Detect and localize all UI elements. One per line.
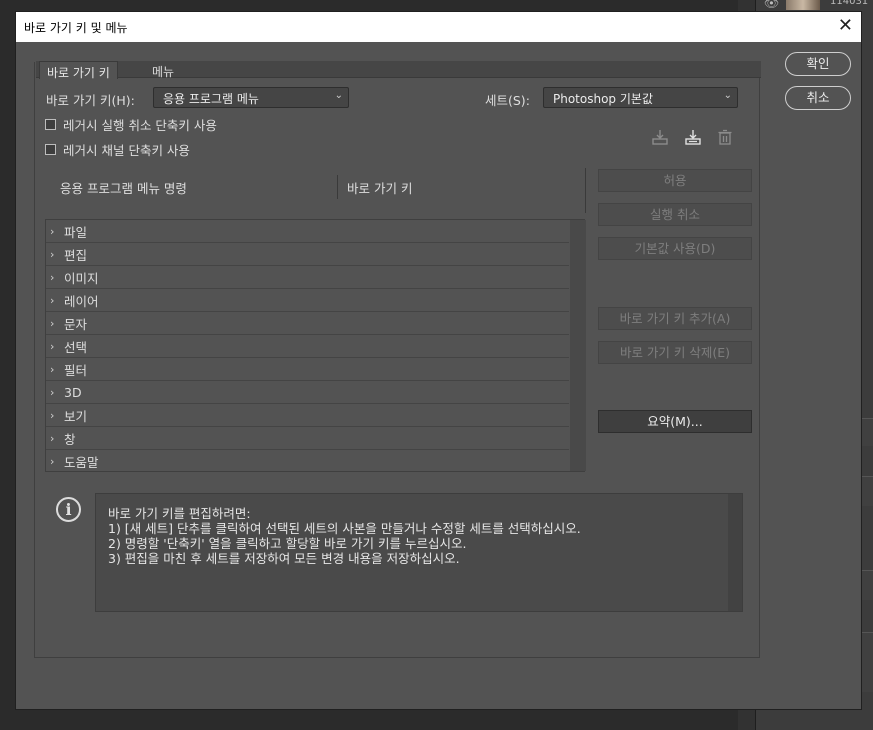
legacy-undo-checkbox-row[interactable]: 레거시 실행 취소 단축키 사용 bbox=[45, 116, 217, 133]
list-scrollbar[interactable] bbox=[570, 220, 586, 471]
save-as-set-icon[interactable] bbox=[684, 128, 702, 146]
menu-command-list: › 파일 › 편집 › 이미지 › 레이어 › 문자 › 선택 › 필터 › 3D › 보기 › 창… bbox=[45, 219, 586, 473]
list-item[interactable]: › 창 bbox=[46, 427, 569, 450]
column-divider bbox=[337, 175, 338, 199]
chevron-right-icon[interactable]: › bbox=[50, 386, 64, 399]
chevron-right-icon[interactable]: › bbox=[50, 409, 64, 422]
shortcuts-dialog: 바로 가기 키 및 메뉴 ✕ 바로 가기 키 메뉴 바로 가기 키(H): 응용… bbox=[15, 11, 862, 710]
list-item[interactable]: › 파일 bbox=[46, 220, 569, 243]
chevron-right-icon[interactable]: › bbox=[50, 455, 64, 468]
chevron-down-icon: ⌄ bbox=[723, 90, 732, 101]
set-value: Photoshop 기본값 bbox=[553, 92, 653, 106]
chevron-down-icon: ⌄ bbox=[334, 90, 343, 101]
background-panel-tab bbox=[862, 632, 873, 692]
summarize-button[interactable]: 요약(M)... bbox=[598, 410, 752, 433]
list-item[interactable]: › 선택 bbox=[46, 335, 569, 358]
list-item[interactable]: › 이미지 bbox=[46, 266, 569, 289]
legacy-undo-label: 레거시 실행 취소 단축키 사용 bbox=[63, 117, 217, 133]
column-header-shortcut: 바로 가기 키 bbox=[347, 181, 413, 196]
legacy-channel-label: 레거시 채널 단축키 사용 bbox=[63, 142, 190, 158]
set-label: 세트(S): bbox=[485, 93, 530, 108]
save-set-icon[interactable] bbox=[651, 128, 669, 146]
legacy-channel-checkbox-row[interactable]: 레거시 채널 단축키 사용 bbox=[45, 141, 190, 158]
delete-shortcut-button[interactable]: 바로 가기 키 삭제(E) bbox=[598, 341, 752, 364]
list-item[interactable]: › 도움말 bbox=[46, 450, 569, 473]
chevron-right-icon[interactable]: › bbox=[50, 294, 64, 307]
list-item[interactable]: › 레이어 bbox=[46, 289, 569, 312]
set-select[interactable]: Photoshop 기본값 ⌄ bbox=[543, 87, 738, 108]
chevron-right-icon[interactable]: › bbox=[50, 317, 64, 330]
chevron-right-icon[interactable]: › bbox=[50, 271, 64, 284]
ok-button[interactable]: 확인 bbox=[785, 52, 851, 76]
tab-shortcuts[interactable]: 바로 가기 키 bbox=[39, 61, 118, 80]
info-scrollbar[interactable] bbox=[728, 494, 742, 611]
column-header-command: 응용 프로그램 메뉴 명령 bbox=[60, 181, 187, 196]
eye-icon: 👁 bbox=[764, 0, 780, 10]
background-panel-tab bbox=[862, 418, 873, 446]
use-default-button[interactable]: 기본값 사용(D) bbox=[598, 237, 752, 260]
trash-icon[interactable] bbox=[716, 128, 734, 146]
accept-button[interactable]: 허용 bbox=[598, 169, 752, 192]
chevron-right-icon[interactable]: › bbox=[50, 363, 64, 376]
chevron-right-icon[interactable]: › bbox=[50, 225, 64, 238]
column-divider bbox=[585, 168, 586, 213]
tab-menus[interactable]: 메뉴 bbox=[145, 61, 181, 79]
list-item[interactable]: › 필터 bbox=[46, 358, 569, 381]
list-item[interactable]: › 편집 bbox=[46, 243, 569, 266]
layer-thumbnail bbox=[786, 0, 820, 10]
background-panel-tab bbox=[862, 476, 873, 506]
cancel-button[interactable]: 취소 bbox=[785, 86, 851, 110]
background-panel-tab bbox=[862, 570, 873, 600]
list-item[interactable]: › 3D bbox=[46, 381, 569, 404]
list-item[interactable]: › 보기 bbox=[46, 404, 569, 427]
info-line: 3) 편집을 마친 후 세트를 저장하여 모든 변경 내용을 저장하십시오. bbox=[108, 551, 460, 566]
chevron-right-icon[interactable]: › bbox=[50, 340, 64, 353]
shortcuts-for-value: 응용 프로그램 메뉴 bbox=[163, 92, 259, 106]
chevron-right-icon[interactable]: › bbox=[50, 432, 64, 445]
dialog-titlebar: 바로 가기 키 및 메뉴 ✕ bbox=[16, 12, 861, 42]
tab-bar: 바로 가기 키 메뉴 bbox=[36, 61, 761, 80]
shortcuts-for-label: 바로 가기 키(H): bbox=[46, 93, 135, 108]
info-text-box: 바로 가기 키를 편집하려면: 1) [새 세트] 단추를 클릭하여 선택된 세… bbox=[95, 493, 743, 612]
chevron-right-icon[interactable]: › bbox=[50, 248, 64, 261]
undo-button[interactable]: 실행 취소 bbox=[598, 203, 752, 226]
shortcuts-for-select[interactable]: 응용 프로그램 메뉴 ⌄ bbox=[153, 87, 349, 108]
close-icon[interactable]: ✕ bbox=[838, 15, 853, 36]
list-item[interactable]: › 문자 bbox=[46, 312, 569, 335]
dialog-title: 바로 가기 키 및 메뉴 bbox=[24, 21, 128, 35]
info-icon: i bbox=[56, 497, 81, 522]
add-shortcut-button[interactable]: 바로 가기 키 추가(A) bbox=[598, 307, 752, 330]
layer-number: 114031 bbox=[830, 0, 869, 7]
legacy-undo-checkbox[interactable] bbox=[45, 118, 56, 130]
legacy-channel-checkbox[interactable] bbox=[45, 143, 56, 155]
